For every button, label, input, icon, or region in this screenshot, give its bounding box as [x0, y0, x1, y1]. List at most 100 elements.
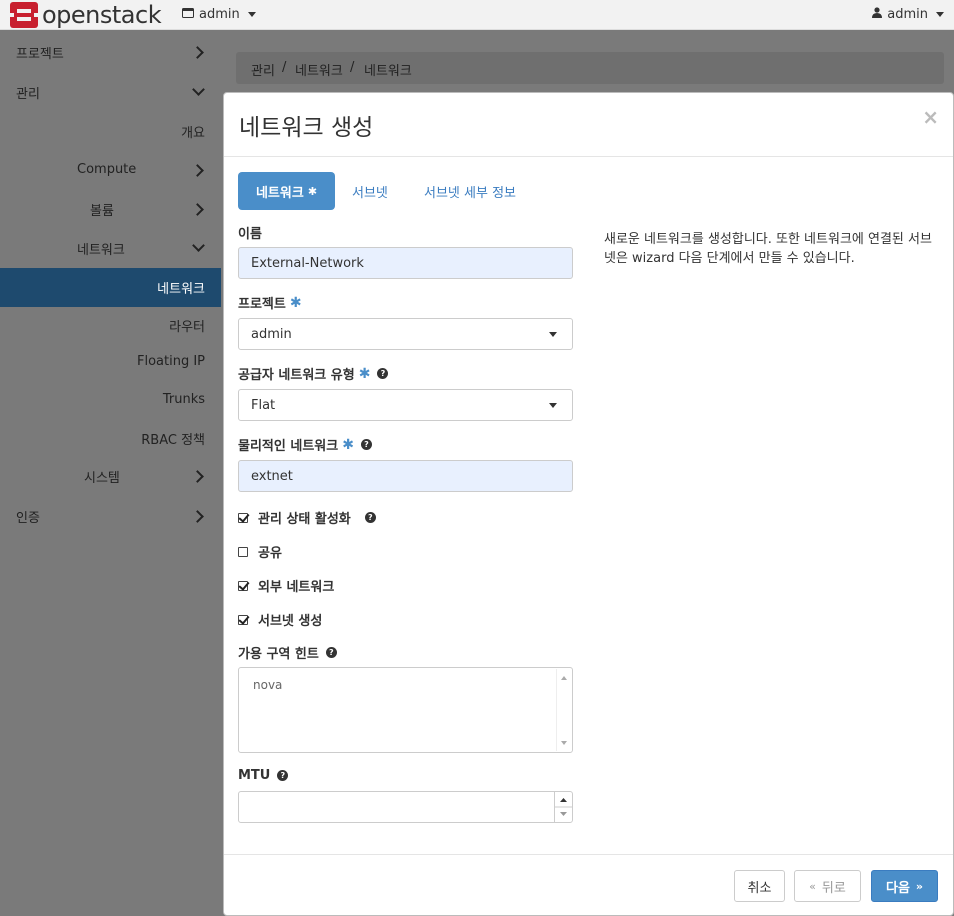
user-icon: [872, 7, 883, 22]
openstack-logo[interactable]: openstack: [10, 1, 162, 29]
mtu-stepper[interactable]: [554, 792, 572, 822]
external-network-checkbox[interactable]: 외부 네트워크: [238, 576, 334, 595]
sidebar-item-networks[interactable]: 네트워크: [157, 278, 205, 297]
project-selector-label: admin: [199, 7, 240, 22]
select-value: Flat: [251, 397, 276, 413]
sidebar-item-compute[interactable]: Compute: [77, 162, 136, 177]
sidebar-item-admin[interactable]: 관리: [16, 83, 40, 102]
label-text: 이름: [238, 227, 262, 242]
input-value: extnet: [251, 468, 293, 484]
caret-down-icon: [549, 403, 557, 408]
checkbox-label: 외부 네트워크: [258, 580, 335, 595]
checkbox-label: 공유: [258, 546, 282, 561]
sidebar-item-label: 시스템: [84, 471, 120, 486]
sidebar-item-label: Floating IP: [136, 354, 205, 369]
sidebar: 프로젝트 관리 개요 Compute 볼륨 네트워크 네트워크 라우터 Floa…: [0, 30, 221, 916]
help-icon[interactable]: ?: [360, 439, 372, 450]
caret-down-icon: [936, 12, 944, 17]
admin-state-checkbox[interactable]: 관리 상태 활성화 ?: [238, 508, 376, 527]
sidebar-item-trunks[interactable]: Trunks: [163, 392, 205, 407]
help-icon[interactable]: ?: [377, 368, 389, 379]
sidebar-item-system[interactable]: 시스템: [84, 467, 120, 486]
list-option[interactable]: nova: [253, 678, 558, 692]
user-menu[interactable]: admin: [872, 7, 944, 22]
close-icon[interactable]: ×: [922, 105, 939, 129]
label-text: 프로젝트: [238, 297, 286, 312]
tab-label: 네트워크: [255, 185, 304, 201]
input-value: External-Network: [251, 255, 364, 271]
breadcrumb-item: 네트워크: [364, 64, 412, 79]
required-icon: ✱: [289, 294, 302, 311]
mtu-input[interactable]: [238, 791, 573, 823]
required-icon: ✱: [342, 436, 354, 453]
field-label-physical-network: 물리적인 네트워크 ✱ ?: [238, 435, 372, 454]
checkbox-unchecked-icon: [238, 546, 248, 557]
provider-network-type-select[interactable]: Flat: [238, 389, 573, 421]
sidebar-item-identity[interactable]: 인증: [16, 507, 40, 526]
chevron-right-icon: [191, 164, 204, 177]
physical-network-input[interactable]: extnet: [238, 460, 573, 492]
divider: [224, 854, 953, 855]
create-network-modal: 네트워크 생성 × 네트워크 ✱ 서브넷 서브넷 세부 정보 이름 Extern…: [223, 92, 954, 916]
tab-subnet[interactable]: 서브넷: [352, 172, 388, 210]
required-icon: ✱: [307, 184, 318, 198]
project-icon: [182, 7, 194, 22]
caret-down-icon: [549, 332, 557, 337]
sidebar-item-label: 라우터: [169, 320, 205, 335]
sidebar-item-label: 네트워크: [157, 282, 205, 297]
breadcrumb-separator: /: [282, 60, 287, 75]
caret-down-icon: [247, 12, 256, 17]
project-select[interactable]: admin: [238, 318, 573, 350]
checkbox-checked-icon: [238, 614, 248, 625]
sidebar-item-routers[interactable]: 라우터: [169, 316, 205, 335]
sidebar-item-rbac[interactable]: RBAC 정책: [141, 429, 205, 448]
label-text: 가용 구역 힌트: [238, 647, 319, 662]
field-label-az-hints: 가용 구역 힌트 ?: [238, 643, 337, 662]
shared-checkbox[interactable]: 공유: [238, 542, 282, 561]
divider: [224, 156, 953, 157]
project-selector[interactable]: admin: [182, 7, 256, 22]
sidebar-item-label: 인증: [16, 511, 40, 526]
select-value: admin: [251, 326, 292, 342]
sidebar-item-network-group[interactable]: 네트워크: [77, 239, 125, 258]
help-icon[interactable]: ?: [277, 770, 289, 781]
sidebar-item-floating-ip[interactable]: Floating IP: [137, 354, 205, 369]
sidebar-item-label: Compute: [77, 162, 137, 177]
button-label: 취소: [747, 880, 772, 896]
field-label-provider-type: 공급자 네트워크 유형 ✱ ?: [238, 364, 389, 383]
sidebar-item-overview[interactable]: 개요: [181, 122, 205, 141]
availability-zone-hints-list[interactable]: nova: [238, 667, 573, 753]
chevron-down-icon: [192, 83, 205, 96]
double-chevron-left-icon: «: [809, 879, 816, 893]
label-text: MTU: [238, 768, 271, 783]
sidebar-item-label: Trunks: [162, 392, 205, 407]
network-name-input[interactable]: External-Network: [238, 247, 573, 279]
openstack-logo-icon: [10, 2, 38, 28]
help-icon[interactable]: ?: [325, 647, 337, 658]
help-text: 새로운 네트워크를 생성합니다. 또한 네트워크에 연결된 서브넷은 wizar…: [604, 232, 932, 266]
label-text: 물리적인 네트워크: [238, 439, 339, 454]
top-navbar: openstack admin admin: [0, 0, 954, 30]
field-label-name: 이름: [238, 223, 262, 242]
sidebar-item-volumes[interactable]: 볼륨: [90, 200, 114, 219]
chevron-right-icon: [191, 46, 204, 59]
next-button[interactable]: 다음 »: [871, 870, 938, 902]
chevron-right-icon: [191, 203, 204, 216]
tab-subnet-details[interactable]: 서브넷 세부 정보: [424, 172, 516, 210]
tab-network[interactable]: 네트워크 ✱: [238, 172, 335, 210]
checkbox-checked-icon: [238, 512, 248, 523]
help-icon[interactable]: ?: [364, 512, 376, 523]
sidebar-item-project[interactable]: 프로젝트: [16, 43, 64, 62]
breadcrumb-item[interactable]: 관리: [251, 60, 275, 79]
back-button[interactable]: « 뒤로: [794, 870, 861, 902]
sidebar-item-label: 관리: [16, 87, 40, 102]
create-subnet-checkbox[interactable]: 서브넷 생성: [238, 610, 322, 629]
breadcrumb-separator: /: [350, 60, 355, 75]
button-label: 다음: [885, 880, 910, 896]
breadcrumb-item[interactable]: 네트워크: [295, 60, 343, 79]
sidebar-item-label: 볼륨: [90, 204, 114, 219]
modal-title: 네트워크 생성: [239, 115, 374, 141]
scrollbar[interactable]: [556, 669, 571, 751]
cancel-button[interactable]: 취소: [734, 870, 785, 902]
chevron-right-icon: [191, 470, 204, 483]
